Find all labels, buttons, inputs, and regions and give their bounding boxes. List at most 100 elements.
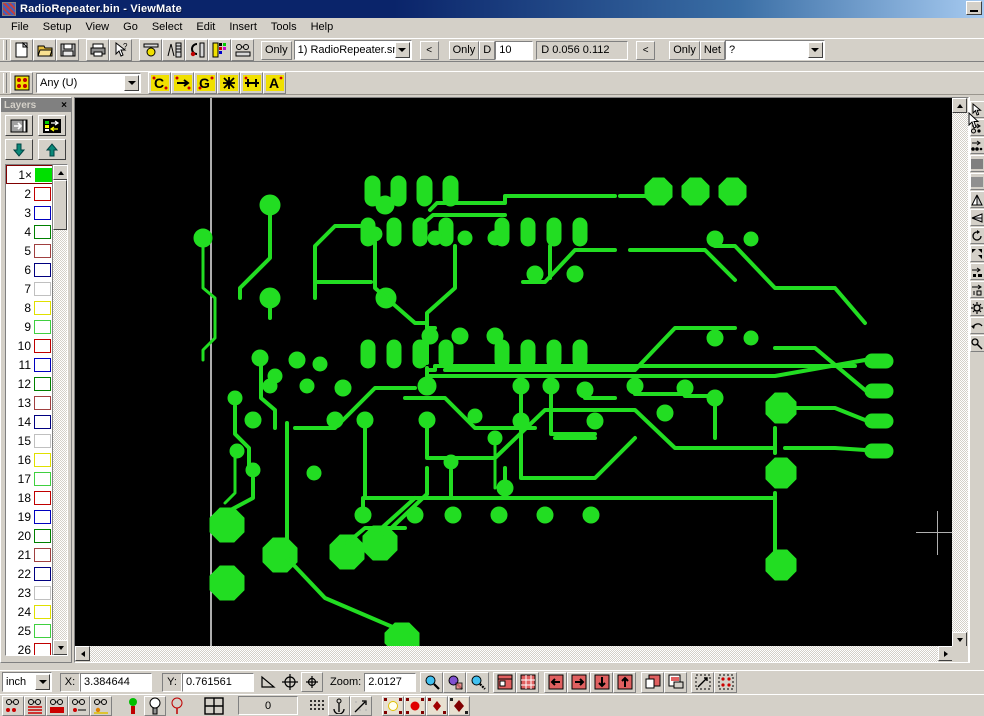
scroll-right-icon[interactable]: [938, 646, 953, 661]
menu-view[interactable]: View: [78, 19, 116, 36]
layer-select-combo[interactable]: 1) RadioRepeater.sm: [293, 40, 412, 60]
snap-icon[interactable]: [969, 335, 984, 352]
mirror-icon[interactable]: [969, 191, 984, 208]
select-move-icon[interactable]: [171, 72, 194, 94]
grid-dots-icon[interactable]: [306, 695, 328, 716]
fill-solid-icon[interactable]: [969, 155, 984, 172]
rotate-icon[interactable]: [969, 227, 984, 244]
select-line-icon[interactable]: [240, 72, 263, 94]
measure-angle-icon[interactable]: [257, 672, 279, 692]
layer-color-swatch[interactable]: [34, 566, 51, 581]
layer-move-down-icon[interactable]: [5, 139, 33, 160]
layer-color-swatch[interactable]: [34, 319, 51, 334]
flip-icon[interactable]: [969, 209, 984, 226]
layer-color-swatch[interactable]: [34, 452, 51, 467]
print-icon[interactable]: [86, 39, 109, 61]
net-only-button[interactable]: Only: [669, 40, 700, 60]
view-glasses-flash-icon[interactable]: [90, 695, 112, 716]
layer-color-swatch[interactable]: [34, 262, 51, 277]
color-palette-icon[interactable]: [208, 39, 231, 61]
pan-left-icon[interactable]: [544, 671, 568, 693]
chevron-down-icon[interactable]: [35, 674, 50, 690]
zoom-all-icon[interactable]: [516, 671, 540, 693]
layer-color-swatch[interactable]: [35, 167, 52, 182]
zoom-window-icon[interactable]: [443, 671, 467, 693]
view-glasses-pads-icon[interactable]: [2, 695, 24, 716]
save-file-icon[interactable]: [56, 39, 79, 61]
set-origin-icon[interactable]: [301, 672, 323, 692]
view-previous-icon[interactable]: [641, 671, 665, 693]
layer-color-swatch[interactable]: [34, 376, 51, 391]
help-pointer-icon[interactable]: ?: [109, 39, 132, 61]
toolbar-grip[interactable]: [3, 40, 7, 60]
zoom-out-icon[interactable]: [466, 671, 490, 693]
net-select-combo[interactable]: ?: [724, 40, 825, 60]
scrollbar-track[interactable]: [90, 646, 938, 662]
view-glasses-draw-icon[interactable]: [68, 695, 90, 716]
dcode-dark-icon[interactable]: [426, 695, 448, 716]
layer-color-swatch[interactable]: [34, 585, 51, 600]
view-save-icon[interactable]: [664, 671, 688, 693]
scroll-left-icon[interactable]: [75, 646, 90, 661]
measure-distance-icon[interactable]: [691, 671, 715, 693]
layer-insert-icon[interactable]: [5, 115, 33, 136]
layer-color-swatch[interactable]: [34, 604, 51, 619]
anchor-snap-icon[interactable]: [328, 695, 350, 716]
layer-properties-icon[interactable]: [38, 115, 66, 136]
layer-color-swatch[interactable]: [34, 547, 51, 562]
layer-color-swatch[interactable]: [34, 205, 51, 220]
scroll-down-icon[interactable]: [952, 632, 967, 647]
chevron-down-icon[interactable]: [394, 42, 410, 58]
menu-edit[interactable]: Edit: [189, 19, 222, 36]
traffic-light-icon[interactable]: [122, 695, 144, 716]
snap-vector-icon[interactable]: [350, 695, 372, 716]
zoom-in-icon[interactable]: [420, 671, 444, 693]
dcode-solid-icon[interactable]: [448, 695, 470, 716]
layer-color-swatch[interactable]: [34, 300, 51, 315]
layer-color-swatch[interactable]: [34, 414, 51, 429]
layer-color-swatch[interactable]: [34, 509, 51, 524]
menu-help[interactable]: Help: [304, 19, 341, 36]
dcode-only-button[interactable]: Only: [448, 40, 480, 60]
toolbar-grip[interactable]: [3, 73, 7, 93]
dcode-red-icon[interactable]: [404, 695, 426, 716]
fill-hatch-icon[interactable]: [969, 173, 984, 190]
select-filter-combo[interactable]: Any (U): [36, 73, 141, 93]
gear-settings-icon[interactable]: [969, 299, 984, 316]
menu-select[interactable]: Select: [145, 19, 190, 36]
menu-setup[interactable]: Setup: [36, 19, 79, 36]
scroll-down-icon[interactable]: [53, 640, 67, 655]
layer-color-swatch[interactable]: [34, 338, 51, 353]
layer-color-swatch[interactable]: [34, 471, 51, 486]
pan-down-icon[interactable]: [590, 671, 614, 693]
prev-layer-button[interactable]: <: [419, 40, 439, 60]
x-coordinate-value[interactable]: 3.384644: [80, 672, 152, 692]
scrollbar-track[interactable]: [53, 230, 67, 640]
scrollbar-thumb[interactable]: [53, 180, 67, 230]
prev-dcode-button[interactable]: <: [636, 40, 656, 60]
display-options-icon[interactable]: [231, 39, 254, 61]
select-circle-icon[interactable]: C: [148, 72, 171, 94]
layer-color-swatch[interactable]: [34, 357, 51, 372]
canvas-vertical-scrollbar[interactable]: [952, 98, 968, 647]
chevron-down-icon[interactable]: [807, 42, 823, 58]
select-text-icon[interactable]: A: [263, 72, 286, 94]
undo-arc-icon[interactable]: [969, 317, 984, 334]
unit-select-combo[interactable]: inch: [2, 672, 52, 692]
layer-color-swatch[interactable]: [34, 224, 51, 239]
select-all-icon[interactable]: [217, 72, 240, 94]
dcode-setup-icon[interactable]: [185, 39, 208, 61]
menu-tools[interactable]: Tools: [264, 19, 304, 36]
menu-file[interactable]: File: [4, 19, 36, 36]
view-glasses-lines-icon[interactable]: [24, 695, 46, 716]
scale-icon[interactable]: [969, 245, 984, 262]
layer-list-scrollbar[interactable]: [52, 165, 67, 655]
layer-only-button[interactable]: Only: [261, 40, 292, 60]
y-coordinate-value[interactable]: 0.761561: [182, 672, 254, 692]
layer-color-swatch[interactable]: [34, 281, 51, 296]
menu-go[interactable]: Go: [116, 19, 145, 36]
window-split-icon[interactable]: [200, 695, 228, 716]
canvas-horizontal-scrollbar[interactable]: [75, 646, 953, 662]
select-mode-icon[interactable]: [10, 72, 33, 94]
close-icon[interactable]: ×: [61, 100, 71, 111]
